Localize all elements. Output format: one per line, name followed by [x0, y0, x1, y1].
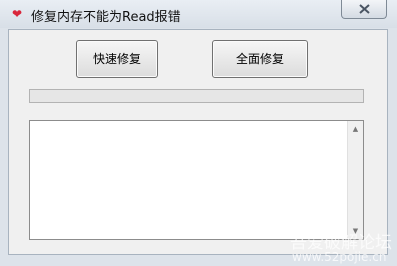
- window-title: 修复内存不能为Read报错: [31, 10, 181, 25]
- progress-bar: [29, 89, 364, 103]
- watermark: 吾爱破解论坛 www.52pojie.cn: [288, 226, 397, 266]
- client-area: 快速修复 全面修复 ▲ ▼: [8, 29, 388, 255]
- heart-icon: ❤: [12, 7, 23, 21]
- watermark-url: www.52pojie.cn: [292, 250, 387, 264]
- scroll-up-arrow-icon[interactable]: ▲: [348, 121, 363, 137]
- title-bar[interactable]: ❤ 修复内存不能为Read报错: [0, 0, 397, 28]
- close-button[interactable]: [341, 0, 387, 19]
- log-textarea[interactable]: ▲ ▼: [29, 120, 364, 240]
- quick-repair-button[interactable]: 快速修复: [76, 40, 158, 78]
- full-repair-button[interactable]: 全面修复: [212, 40, 308, 78]
- vertical-scrollbar[interactable]: ▲ ▼: [347, 121, 363, 239]
- close-icon: [359, 4, 370, 14]
